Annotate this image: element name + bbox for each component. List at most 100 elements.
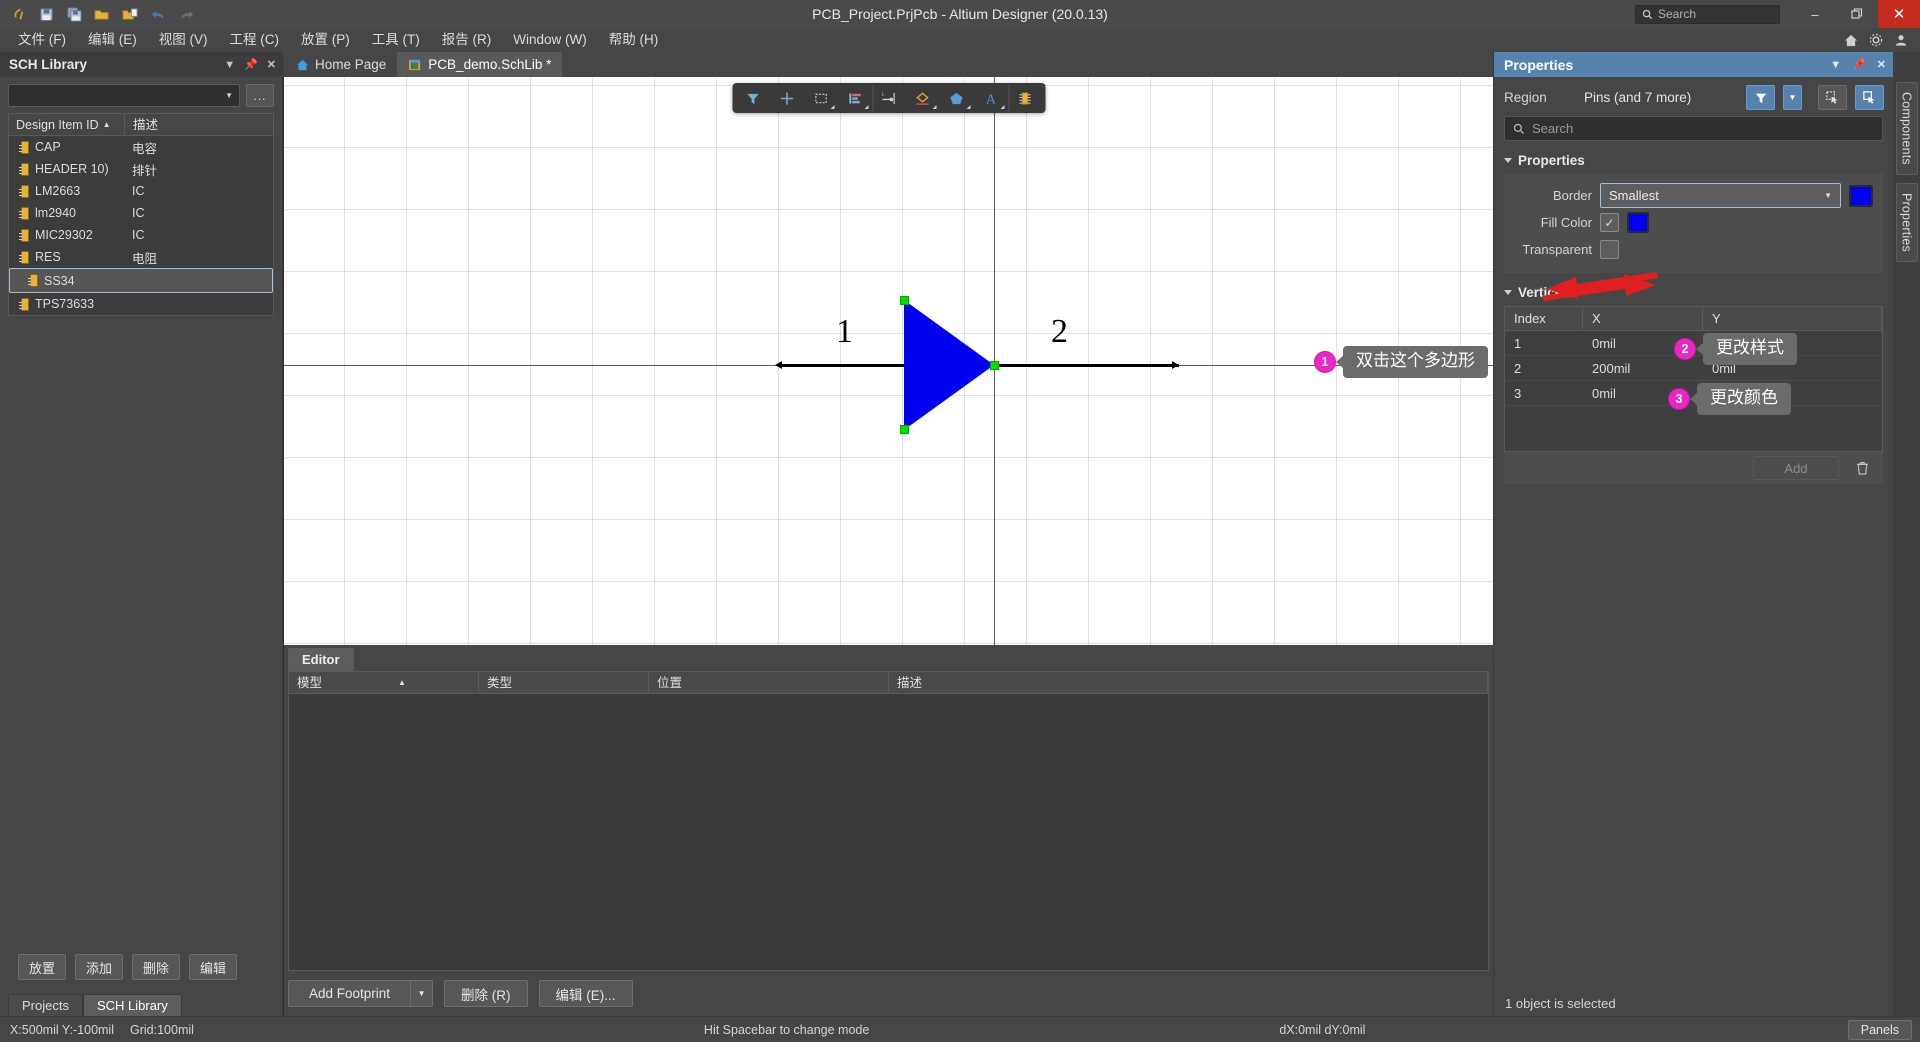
edit-model-button[interactable]: 编辑 (E)... — [538, 980, 633, 1007]
trash-icon[interactable] — [1847, 456, 1877, 480]
border-color-swatch[interactable] — [1849, 184, 1873, 207]
transparent-label: Transparent — [1522, 242, 1592, 257]
open-folder-icon[interactable] — [89, 2, 115, 26]
menu-project[interactable]: 工程 (C) — [219, 28, 291, 52]
vtab-properties[interactable]: Properties — [1895, 182, 1918, 262]
pentagon-icon[interactable] — [940, 85, 973, 111]
filter-icon[interactable] — [736, 85, 769, 111]
panel-pin-icon[interactable]: 📌 — [244, 58, 258, 71]
library-combo[interactable]: ▼ — [8, 84, 240, 107]
edit-button[interactable]: 编辑 — [189, 954, 237, 980]
schematic-canvas[interactable]: 1 A 1 2 1 双击这个多边形 — [283, 77, 1493, 645]
col-model[interactable]: 模型 ▲ — [289, 671, 479, 694]
border-style-select[interactable]: Smallest ▼ — [1600, 183, 1841, 208]
section-properties-header[interactable]: Properties — [1494, 141, 1893, 174]
chevron-down-icon[interactable]: ▼ — [410, 981, 432, 1006]
vertices-footer: Add — [1504, 452, 1883, 484]
altium-logo-icon[interactable] — [5, 2, 31, 26]
tab-sch-library[interactable]: SCH Library — [82, 994, 182, 1016]
panel-dropdown-icon[interactable]: ▼ — [224, 59, 235, 71]
select-toggle-button[interactable] — [1855, 85, 1884, 110]
menu-file[interactable]: 文件 (F) — [7, 28, 77, 52]
add-button[interactable]: 添加 — [75, 954, 123, 980]
filter-button[interactable] — [1746, 85, 1775, 110]
menu-help[interactable]: 帮助 (H) — [598, 28, 670, 52]
home-icon[interactable] — [1840, 29, 1862, 51]
list-item[interactable]: LM2663 IC — [9, 180, 273, 202]
chip-icon[interactable] — [1008, 85, 1041, 111]
list-item[interactable]: lm2940 IC — [9, 202, 273, 224]
col-description[interactable]: 描述 — [124, 113, 273, 136]
library-selector-row: ▼ ... — [0, 77, 282, 113]
close-button[interactable]: ✕ — [1878, 0, 1920, 28]
border-label: Border — [1552, 188, 1592, 203]
save-all-icon[interactable] — [61, 2, 87, 26]
add-vertex-button[interactable]: Add — [1753, 456, 1839, 480]
panel-close-icon[interactable]: ✕ — [1877, 58, 1886, 71]
menu-place[interactable]: 放置 (P) — [290, 28, 361, 52]
fill-color-swatch[interactable] — [1627, 212, 1649, 233]
menu-edit[interactable]: 编辑 (E) — [77, 28, 148, 52]
open-project-icon[interactable] — [117, 2, 143, 26]
panel-dropdown-icon[interactable]: ▼ — [1830, 59, 1841, 71]
vertex-handle-bottom[interactable] — [900, 425, 909, 434]
col-design-item-id[interactable]: Design Item ID ▲ — [9, 118, 124, 132]
model-grid-body[interactable] — [289, 694, 1488, 970]
library-browse-button[interactable]: ... — [246, 84, 274, 107]
add-footprint-button[interactable]: Add Footprint ▼ — [288, 980, 434, 1007]
vertex-handle-right[interactable] — [990, 361, 999, 370]
minimize-button[interactable]: – — [1794, 0, 1836, 28]
col-type[interactable]: 类型 — [479, 671, 649, 694]
menu-window[interactable]: Window (W) — [502, 28, 598, 52]
list-item[interactable]: TPS73633 — [9, 293, 273, 315]
quick-access-toolbar — [0, 2, 199, 26]
global-search-input[interactable]: Search — [1635, 4, 1780, 24]
menu-tools[interactable]: 工具 (T) — [361, 28, 431, 52]
col-index[interactable]: Index — [1505, 307, 1583, 330]
place-button[interactable]: 放置 — [18, 954, 66, 980]
gear-icon[interactable] — [1865, 29, 1887, 51]
list-item[interactable]: MIC29302 IC — [9, 224, 273, 246]
status-coordinates: X:500mil Y:-100mil — [10, 1022, 114, 1037]
tab-editor[interactable]: Editor — [288, 648, 354, 671]
menu-reports[interactable]: 报告 (R) — [431, 28, 503, 52]
col-x[interactable]: X — [1583, 307, 1703, 330]
transparent-checkbox[interactable] — [1600, 240, 1619, 259]
border-style-value: Smallest — [1609, 188, 1659, 203]
col-position[interactable]: 位置 — [649, 671, 889, 694]
crosshair-icon[interactable] — [770, 85, 803, 111]
fill-color-checkbox[interactable]: ✓ — [1600, 213, 1619, 232]
panels-button[interactable]: Panels — [1847, 1019, 1912, 1040]
list-item[interactable]: CAP 电容 — [9, 136, 273, 158]
select-all-button[interactable] — [1818, 85, 1847, 110]
list-item-selected[interactable]: SS34 — [9, 268, 273, 293]
properties-form: Border Smallest ▼ Fill Color ✓ Transpare… — [1504, 174, 1883, 273]
undo-icon[interactable] — [145, 2, 171, 26]
select-area-icon[interactable] — [804, 85, 837, 111]
polygon-draw-icon[interactable] — [906, 85, 939, 111]
doc-tab-home-page[interactable]: Home Page — [285, 52, 397, 77]
doc-tab-pcb-demo-schlib[interactable]: PCB_demo.SchLib * — [397, 52, 563, 77]
panel-close-icon[interactable]: ✕ — [267, 58, 276, 71]
col-description[interactable]: 描述 — [889, 671, 1488, 694]
delete-button[interactable]: 删除 — [132, 954, 180, 980]
save-icon[interactable] — [33, 2, 59, 26]
list-item[interactable]: HEADER 10) 排针 — [9, 158, 273, 180]
filter-dropdown-button[interactable]: ▼ — [1783, 85, 1802, 110]
pin-icon[interactable]: 1 — [872, 85, 905, 111]
menu-view[interactable]: 视图 (V) — [148, 28, 219, 52]
properties-search-input[interactable]: Search — [1504, 116, 1883, 141]
polygon-triangle[interactable] — [904, 300, 994, 430]
vtab-components[interactable]: Components — [1895, 82, 1918, 175]
tab-projects[interactable]: Projects — [8, 994, 83, 1016]
align-icon[interactable] — [838, 85, 871, 111]
vertex-handle-top[interactable] — [900, 296, 909, 305]
text-icon[interactable]: A — [974, 85, 1007, 111]
user-account-icon[interactable] — [1890, 29, 1912, 51]
list-item[interactable]: RES 电阻 — [9, 246, 273, 268]
maximize-button[interactable] — [1836, 0, 1878, 28]
delete-model-button[interactable]: 删除 (R) — [444, 980, 528, 1007]
col-y[interactable]: Y — [1703, 307, 1882, 330]
panel-pin-icon[interactable]: 📌 — [1852, 58, 1866, 71]
model-grid-header: 模型 ▲ 类型 位置 描述 — [289, 671, 1488, 694]
